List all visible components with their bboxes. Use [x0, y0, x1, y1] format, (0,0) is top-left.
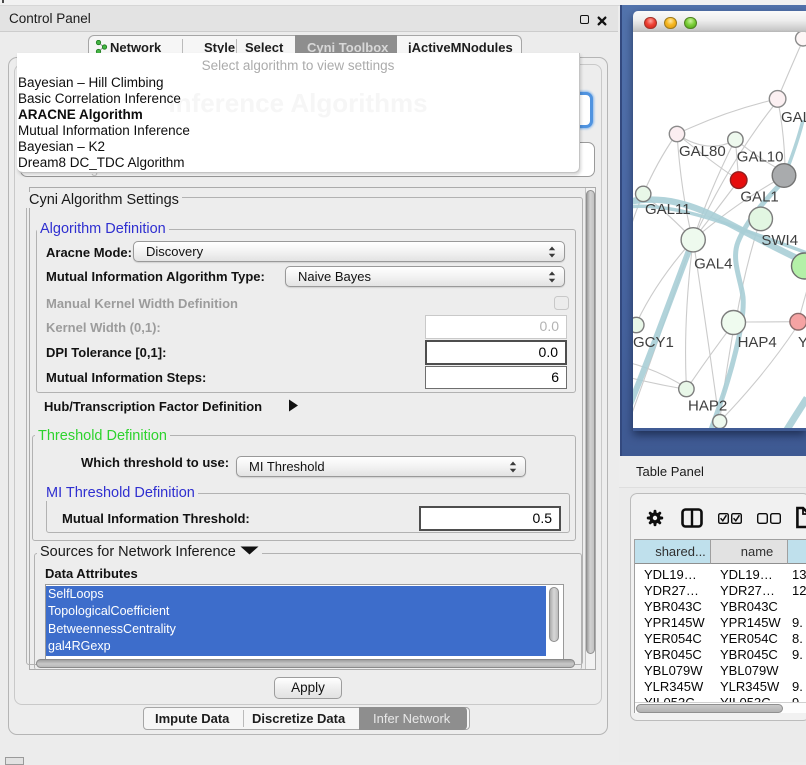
svg-text:SWI4: SWI4 [761, 232, 798, 249]
svg-text:HAP2: HAP2 [688, 397, 727, 414]
svg-text:GAL11: GAL11 [645, 201, 691, 218]
svg-text:HAP4: HAP4 [738, 334, 777, 351]
svg-text:GAL: GAL [781, 109, 806, 126]
svg-text:GAL1: GAL1 [740, 188, 778, 205]
svg-text:GAL10: GAL10 [737, 149, 784, 166]
svg-text:Y: Y [798, 334, 806, 351]
svg-text:GCY1: GCY1 [633, 334, 674, 351]
svg-text:GAL80: GAL80 [679, 143, 726, 160]
svg-text:GAL4: GAL4 [694, 256, 732, 273]
